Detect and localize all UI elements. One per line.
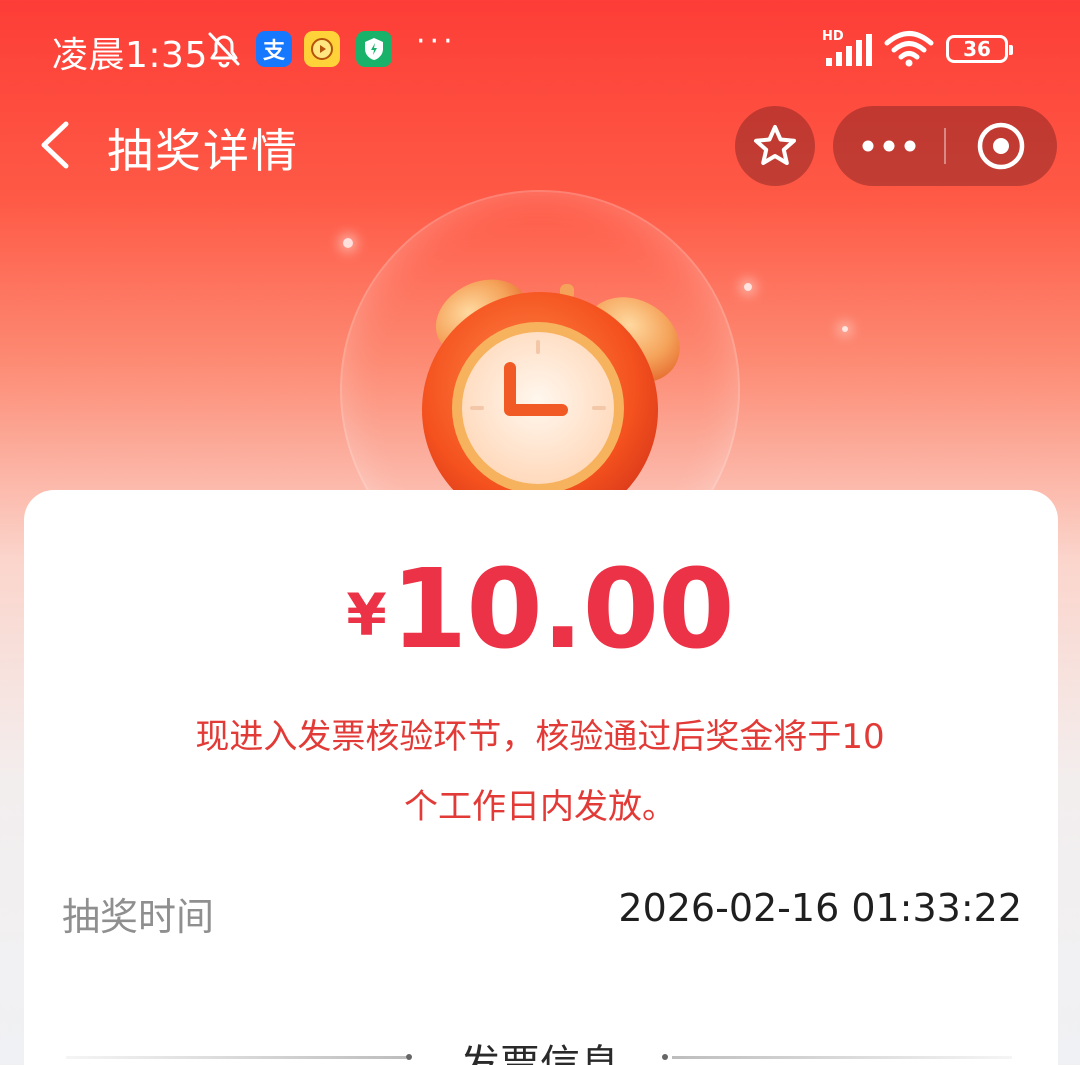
notice-line-1: 现进入发票核验环节，核验通过后奖金将于10 [195, 717, 885, 757]
video-app-icon [304, 31, 340, 67]
alipay-app-icon: 支 [256, 31, 292, 67]
notice-line-2: 个工作日内发放。 [404, 787, 676, 827]
section-divider-dot [662, 1054, 668, 1060]
sparkle [343, 238, 353, 248]
amount-value: 10.00 [390, 545, 735, 673]
prize-amount: ¥10.00 [0, 545, 1080, 673]
prize-notice: 现进入发票核验环节，核验通过后奖金将于10 个工作日内发放。 [120, 702, 960, 842]
target-circle-icon [977, 122, 1025, 170]
security-app-icon [356, 31, 392, 67]
mini-program-capsule [833, 106, 1057, 186]
more-button[interactable] [833, 106, 945, 186]
battery-level: 36 [963, 37, 991, 61]
invoice-section-title: 发票信息 [460, 1042, 620, 1065]
sparkle [744, 283, 752, 291]
currency-symbol: ¥ [346, 581, 387, 649]
section-divider-right [672, 1056, 1012, 1059]
chevron-left-icon[interactable] [34, 118, 74, 172]
battery-icon: 36 [946, 35, 1013, 63]
page-title: 抽奖详情 [107, 124, 299, 178]
status-bar: 凌晨1:35 支 ··· HD 36 [0, 0, 1080, 100]
sparkle [842, 326, 848, 332]
close-button[interactable] [945, 106, 1057, 186]
more-dots-icon [862, 140, 916, 152]
draw-time-label: 抽奖时间 [62, 895, 215, 939]
wifi-icon [884, 31, 934, 67]
star-icon [754, 125, 796, 165]
bell-off-icon [208, 32, 240, 68]
draw-time-value: 2026-02-16 01:33:22 [618, 886, 1022, 930]
signal-icon [826, 34, 872, 66]
status-time: 凌晨1:35 [52, 35, 208, 76]
favorite-button[interactable] [735, 106, 815, 186]
more-notifications-icon: ··· [416, 24, 457, 59]
